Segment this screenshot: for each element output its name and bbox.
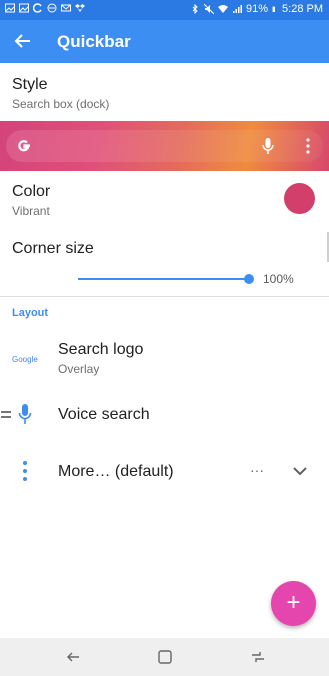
item-options-button[interactable]: ··· xyxy=(250,462,264,478)
corner-size-value: 100% xyxy=(263,272,294,286)
system-status: 91% 5:28 PM xyxy=(190,3,323,15)
image-notification-icon xyxy=(5,3,15,13)
system-navigation-bar xyxy=(0,638,329,676)
battery-percentage: 91% xyxy=(246,3,269,15)
email-icon xyxy=(61,4,71,12)
microphone-icon xyxy=(262,138,274,154)
drag-handle-icon[interactable] xyxy=(1,411,11,419)
back-arrow-icon[interactable] xyxy=(12,30,34,52)
status-bar: 91% 5:28 PM xyxy=(0,0,329,20)
wifi-icon xyxy=(218,5,228,13)
corner-size-slider[interactable] xyxy=(78,272,254,286)
blocked-icon xyxy=(47,3,57,13)
back-nav-icon[interactable] xyxy=(65,649,81,665)
color-value: Vibrant xyxy=(12,204,50,218)
slider-track xyxy=(78,278,250,280)
plus-icon: + xyxy=(286,589,301,616)
google-wordmark-icon: Google xyxy=(12,355,38,364)
battery-icon xyxy=(272,6,276,12)
sync-icon xyxy=(33,3,42,13)
bluetooth-icon xyxy=(192,4,198,14)
add-button[interactable]: + xyxy=(271,581,316,626)
mute-icon xyxy=(204,4,214,14)
style-title: Style xyxy=(12,76,48,93)
more-vert-icon xyxy=(23,461,27,481)
quickbar-preview xyxy=(0,121,329,171)
google-g-icon xyxy=(18,140,30,152)
color-setting[interactable]: Color Vibrant xyxy=(0,171,329,229)
item-title: Search logo xyxy=(58,341,144,358)
color-swatch[interactable] xyxy=(284,183,315,214)
item-title: More… (default) xyxy=(58,463,174,480)
item-subtitle: Overlay xyxy=(58,362,100,376)
dropbox-icon xyxy=(75,4,85,12)
clock: 5:28 PM xyxy=(282,3,323,15)
notification-icons xyxy=(5,3,85,13)
more-vert-icon xyxy=(306,138,310,154)
signal-icon xyxy=(233,5,242,13)
list-item-voice-search[interactable]: Voice search xyxy=(0,391,329,441)
chevron-down-icon[interactable] xyxy=(292,465,308,477)
home-nav-icon[interactable] xyxy=(157,649,173,665)
list-item-more[interactable]: More… (default) ··· xyxy=(0,448,329,498)
recents-nav-icon[interactable] xyxy=(250,649,266,665)
microphone-icon xyxy=(18,404,32,424)
section-divider xyxy=(0,296,329,297)
layout-section-label: Layout xyxy=(12,307,49,319)
page-title: Quickbar xyxy=(57,32,131,51)
preview-search-box xyxy=(6,130,323,162)
style-value: Search box (dock) xyxy=(12,97,110,111)
style-setting[interactable]: Style Search box (dock) xyxy=(0,63,329,121)
slider-thumb[interactable] xyxy=(244,274,254,284)
color-title: Color xyxy=(12,183,51,200)
list-item-search-logo[interactable]: Google Search logo Overlay xyxy=(0,334,329,384)
corner-size-title: Corner size xyxy=(12,240,94,257)
image-notification-icon xyxy=(19,3,29,13)
item-title: Voice search xyxy=(58,406,150,423)
app-bar: Quickbar xyxy=(0,20,329,63)
